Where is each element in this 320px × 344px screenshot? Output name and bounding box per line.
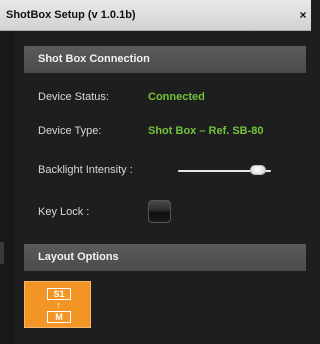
slider-thumb[interactable] [249, 165, 266, 175]
left-rail [0, 31, 14, 344]
section-header-layout: Layout Options [24, 244, 306, 271]
device-status-label: Device Status: [38, 91, 109, 103]
shotbox-setup-window: ShotBox Setup (v 1.0.1b) × Shot Box Conn… [0, 0, 311, 344]
key-lock-label: Key Lock : [38, 206, 90, 218]
close-button[interactable]: × [297, 7, 309, 23]
layout-tile-top-label: S1 [47, 288, 71, 300]
layout-tile-bottom-label: M [47, 311, 71, 323]
layout-option-s1-to-m[interactable]: S1 ↑ M [24, 281, 91, 328]
key-lock-toggle[interactable] [148, 200, 171, 223]
rail-marker [0, 242, 4, 264]
section-header-connection: Shot Box Connection [24, 46, 306, 73]
device-type-value: Shot Box – Ref. SB-80 [148, 125, 264, 137]
arrow-up-icon: ↑ [56, 300, 61, 310]
device-status-value: Connected [148, 91, 205, 103]
title-bar[interactable]: ShotBox Setup (v 1.0.1b) × [0, 0, 311, 31]
window-title: ShotBox Setup (v 1.0.1b) [6, 9, 136, 21]
backlight-intensity-slider[interactable] [178, 165, 271, 177]
device-type-label: Device Type: [38, 125, 102, 137]
backlight-intensity-label: Backlight Intensity : [38, 164, 133, 176]
